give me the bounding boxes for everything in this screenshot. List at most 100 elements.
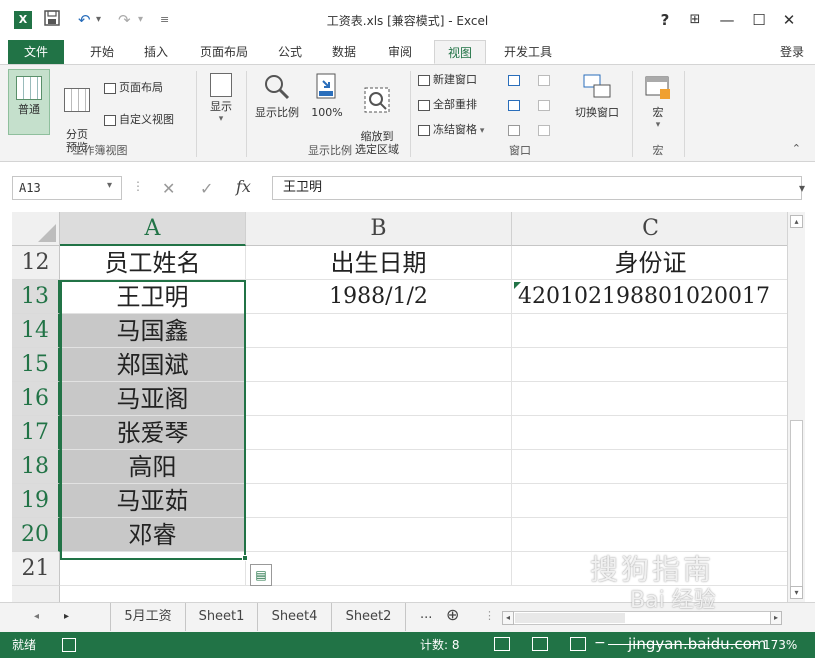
normal-view-button[interactable]: 普通 <box>8 69 50 135</box>
cell-c15[interactable] <box>512 348 790 382</box>
cell-a20[interactable]: 邓睿 <box>60 518 246 552</box>
enter-icon[interactable]: ✓ <box>200 179 213 198</box>
vertical-scrollbar[interactable]: ▴ ▾ <box>787 212 805 602</box>
tab-home[interactable]: 开始 <box>82 40 122 64</box>
zoom-button[interactable]: 显示比例 <box>250 73 304 135</box>
split-button[interactable] <box>508 73 523 87</box>
cell-c13[interactable]: 420102198801020017 <box>512 280 790 314</box>
show-button[interactable]: 显示 ▾ <box>202 73 240 135</box>
row-header-16[interactable]: 16 <box>12 382 60 416</box>
cell-c12[interactable]: 身份证 <box>512 246 790 280</box>
sheet-tab-sheet2[interactable]: Sheet2 <box>332 603 406 631</box>
cell-a19[interactable]: 马亚茹 <box>60 484 246 518</box>
normal-view-status-icon[interactable] <box>494 637 510 651</box>
page-layout-button[interactable]: 页面布局 <box>104 81 163 95</box>
help-button[interactable]: ? <box>654 10 676 30</box>
cell-a12[interactable]: 员工姓名 <box>60 246 246 280</box>
cell-b17[interactable] <box>246 416 512 450</box>
custom-views-button[interactable]: 自定义视图 <box>104 113 174 127</box>
cell-b19[interactable] <box>246 484 512 518</box>
column-header-a[interactable]: A <box>60 212 246 246</box>
formula-bar-resize-icon[interactable]: ⋮ <box>132 179 144 193</box>
cell-c18[interactable] <box>512 450 790 484</box>
quick-analysis-icon[interactable]: ▤ <box>250 564 272 586</box>
error-indicator-icon[interactable] <box>514 282 521 289</box>
new-window-button[interactable]: 新建窗口 <box>418 73 477 87</box>
cell-a16[interactable]: 马亚阁 <box>60 382 246 416</box>
tab-review[interactable]: 审阅 <box>380 40 420 64</box>
cell-a21[interactable] <box>60 552 246 586</box>
horizontal-scrollbar[interactable]: ◂ ▸ <box>502 611 782 625</box>
cell-b18[interactable] <box>246 450 512 484</box>
row-header-17[interactable]: 17 <box>12 416 60 450</box>
switch-windows-button[interactable]: 切换窗口 <box>568 73 626 135</box>
cell-a18[interactable]: 高阳 <box>60 450 246 484</box>
sheet-tab-sheet1[interactable]: Sheet1 <box>186 603 258 631</box>
cell-a15[interactable]: 郑国斌 <box>60 348 246 382</box>
more-sheets-button[interactable]: ... <box>420 607 432 622</box>
cell-b14[interactable] <box>246 314 512 348</box>
row-header-15[interactable]: 15 <box>12 348 60 382</box>
page-break-status-icon[interactable] <box>570 637 586 651</box>
arrange-all-button[interactable]: 全部重排 <box>418 98 477 112</box>
cell-b20[interactable] <box>246 518 512 552</box>
synchronous-scrolling-button[interactable] <box>538 98 553 112</box>
next-sheet-icon[interactable]: ▸ <box>64 611 69 622</box>
close-button[interactable]: ✕ <box>778 10 800 30</box>
tab-split-handle[interactable]: ⋮ <box>484 609 495 622</box>
scroll-left-icon[interactable]: ◂ <box>502 611 514 625</box>
zoom-100-button[interactable]: 100% <box>306 73 348 135</box>
cancel-icon[interactable]: ✕ <box>162 179 175 198</box>
cell-c14[interactable] <box>512 314 790 348</box>
horizontal-scroll-thumb[interactable] <box>515 613 625 623</box>
ribbon-display-options-button[interactable]: ⊞ <box>684 10 706 30</box>
maximize-button[interactable]: ☐ <box>748 10 770 30</box>
name-box-dropdown-icon[interactable]: ▾ <box>107 180 112 191</box>
macro-record-icon[interactable] <box>62 638 76 652</box>
unhide-button[interactable] <box>508 123 523 137</box>
cell-b13[interactable]: 1988/1/2 <box>246 280 512 314</box>
freeze-panes-button[interactable]: 冻结窗格 ▾ <box>418 123 484 138</box>
formula-input[interactable]: 王卫明 <box>272 176 802 200</box>
row-header-14[interactable]: 14 <box>12 314 60 348</box>
cell-c17[interactable] <box>512 416 790 450</box>
cell-b15[interactable] <box>246 348 512 382</box>
cell-c19[interactable] <box>512 484 790 518</box>
zoom-level[interactable]: 173% <box>763 637 797 653</box>
name-box[interactable]: A13 <box>12 176 122 200</box>
row-header-20[interactable]: 20 <box>12 518 60 552</box>
scroll-down-icon[interactable]: ▾ <box>790 586 803 599</box>
fill-handle[interactable] <box>242 555 248 561</box>
cell-b21[interactable] <box>246 552 512 586</box>
sheet-tab-sheet4[interactable]: Sheet4 <box>258 603 332 631</box>
minimize-button[interactable]: — <box>716 10 738 30</box>
cell-b12[interactable]: 出生日期 <box>246 246 512 280</box>
cell-a13[interactable]: 王卫明 <box>60 280 246 314</box>
hide-button[interactable] <box>508 98 523 112</box>
row-header-18[interactable]: 18 <box>12 450 60 484</box>
tab-view[interactable]: 视图 <box>434 40 486 64</box>
select-all-button[interactable] <box>12 212 60 246</box>
scroll-right-icon[interactable]: ▸ <box>770 611 782 625</box>
tab-insert[interactable]: 插入 <box>136 40 176 64</box>
zoom-out-icon[interactable]: − <box>594 635 606 651</box>
tab-data[interactable]: 数据 <box>324 40 364 64</box>
vertical-scroll-thumb[interactable] <box>790 420 803 592</box>
new-sheet-icon[interactable]: ⊕ <box>446 605 459 624</box>
row-header-22[interactable] <box>12 586 60 602</box>
previous-sheet-icon[interactable]: ◂ <box>34 611 39 622</box>
tab-formulas[interactable]: 公式 <box>270 40 310 64</box>
collapse-ribbon-icon[interactable]: ⌃ <box>792 142 801 155</box>
cell-a17[interactable]: 张爱琴 <box>60 416 246 450</box>
view-side-by-side-button[interactable] <box>538 73 553 87</box>
row-header-12[interactable]: 12 <box>12 246 60 280</box>
expand-formula-bar-icon[interactable]: ▾ <box>799 181 805 195</box>
tab-developer[interactable]: 开发工具 <box>496 40 560 64</box>
sign-in-link[interactable]: 登录 <box>772 40 812 64</box>
cell-c21[interactable] <box>512 552 790 586</box>
tab-file[interactable]: 文件 <box>8 40 64 64</box>
zoom-to-selection-button[interactable]: 缩放到 选定区域 <box>350 73 404 156</box>
cell-a14[interactable]: 马国鑫 <box>60 314 246 348</box>
cell-c16[interactable] <box>512 382 790 416</box>
column-header-b[interactable]: B <box>246 212 512 246</box>
